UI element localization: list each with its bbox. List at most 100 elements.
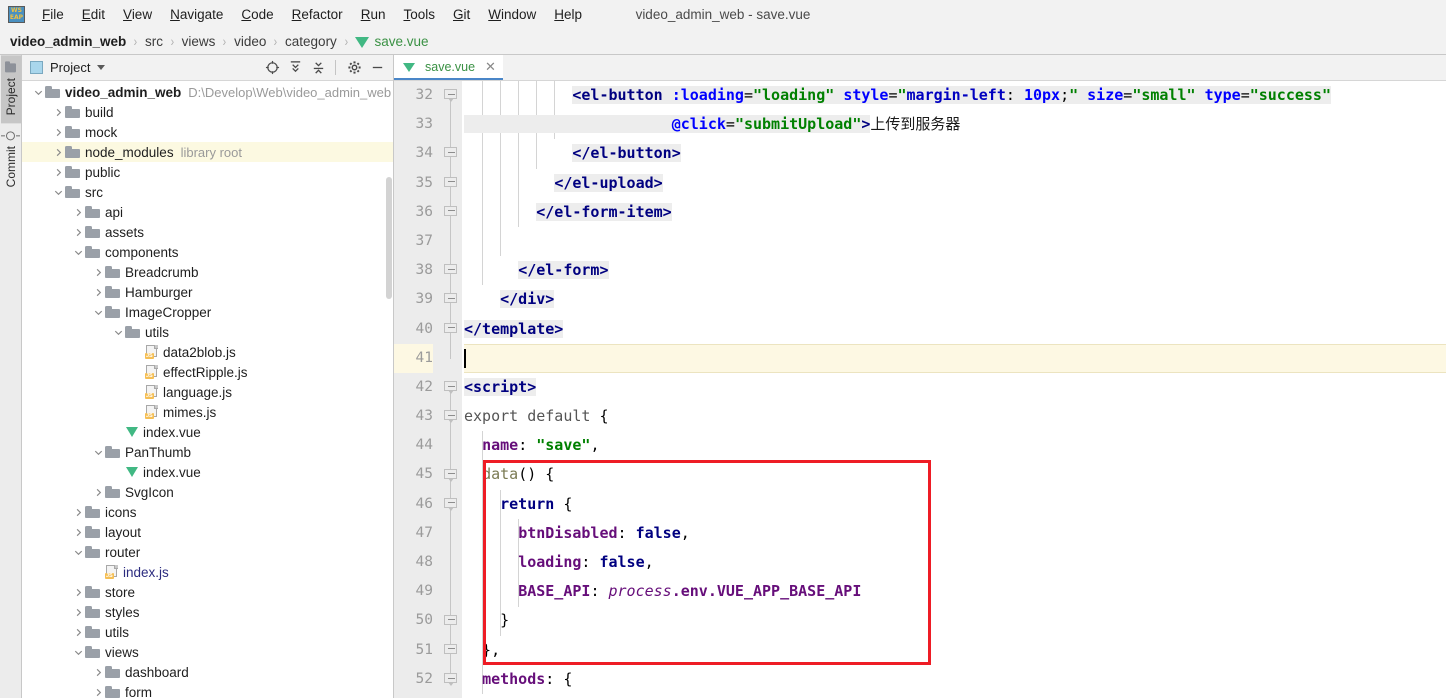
menu-item-window[interactable]: Window	[479, 4, 545, 25]
tree-node-utils[interactable]: utils	[22, 322, 393, 342]
fold-region-start-icon[interactable]	[444, 497, 457, 511]
chevron-down-icon[interactable]	[97, 65, 106, 70]
code-line[interactable]: @click="submitUpload">上传到服务器	[464, 110, 1446, 139]
collapse-all-icon[interactable]	[308, 58, 328, 78]
chevron-right-icon[interactable]	[92, 286, 105, 299]
project-tree[interactable]: video_admin_web D:\Develop\Web\video_admi…	[22, 81, 393, 698]
chevron-down-icon[interactable]	[112, 326, 125, 339]
tree-node-src[interactable]: src	[22, 182, 393, 202]
tree-node-index-vue[interactable]: index.vue	[22, 462, 393, 482]
fold-region-start-icon[interactable]	[444, 89, 457, 102]
expand-all-icon[interactable]	[285, 58, 305, 78]
fold-region-end-icon[interactable]	[444, 293, 457, 306]
code-line[interactable]: },	[464, 636, 1446, 665]
editor-tab-save-vue[interactable]: save.vue ✕	[394, 55, 503, 80]
chevron-down-icon[interactable]	[92, 306, 105, 319]
code-line[interactable]: </el-button>	[464, 139, 1446, 168]
tree-node-assets[interactable]: assets	[22, 222, 393, 242]
menu-item-refactor[interactable]: Refactor	[283, 4, 352, 25]
breadcrumb-item-src[interactable]: src	[145, 34, 163, 49]
tree-node-index-js[interactable]: JS index.js	[22, 562, 393, 582]
chevron-right-icon[interactable]	[72, 526, 85, 539]
code-line[interactable]: data() {	[464, 460, 1446, 489]
select-opened-file-icon[interactable]	[262, 58, 282, 78]
chevron-right-icon[interactable]	[52, 146, 65, 159]
code-line[interactable]: </template>	[464, 315, 1446, 344]
tree-node-dashboard[interactable]: dashboard	[22, 662, 393, 682]
menu-item-view[interactable]: View	[114, 4, 161, 25]
menu-item-help[interactable]: Help	[545, 4, 591, 25]
tree-node-mimes-js[interactable]: JS mimes.js	[22, 402, 393, 422]
tree-node-panthumb[interactable]: PanThumb	[22, 442, 393, 462]
tree-node-utils[interactable]: utils	[22, 622, 393, 642]
tree-node-hamburger[interactable]: Hamburger	[22, 282, 393, 302]
menu-item-git[interactable]: Git	[444, 4, 479, 25]
tool-tab-project[interactable]: Project	[0, 55, 21, 124]
tree-node-video-admin-web[interactable]: video_admin_web D:\Develop\Web\video_admi…	[22, 82, 393, 102]
chevron-right-icon[interactable]	[72, 226, 85, 239]
fold-region-end-icon[interactable]	[444, 614, 457, 628]
tree-node-mock[interactable]: mock	[22, 122, 393, 142]
chevron-down-icon[interactable]	[92, 446, 105, 459]
chevron-down-icon[interactable]	[52, 186, 65, 199]
code-line[interactable]: </div>	[464, 285, 1446, 314]
tree-node-data2blob-js[interactable]: JS data2blob.js	[22, 342, 393, 362]
close-icon[interactable]: ✕	[485, 60, 496, 73]
fold-region-end-icon[interactable]	[444, 643, 457, 657]
code-line[interactable]: btnDisabled: false,	[464, 519, 1446, 548]
tree-node-views[interactable]: views	[22, 642, 393, 662]
chevron-right-icon[interactable]	[72, 506, 85, 519]
chevron-down-icon[interactable]	[72, 546, 85, 559]
chevron-right-icon[interactable]	[72, 586, 85, 599]
tree-node-node-modules[interactable]: node_modules library root	[22, 142, 393, 162]
fold-region-start-icon[interactable]	[444, 468, 457, 482]
fold-region-end-icon[interactable]	[444, 264, 457, 277]
code-line[interactable]: </el-upload>	[464, 169, 1446, 198]
chevron-right-icon[interactable]	[72, 606, 85, 619]
tree-node-index-vue[interactable]: index.vue	[22, 422, 393, 442]
breadcrumb-item-views[interactable]: views	[182, 34, 216, 49]
chevron-right-icon[interactable]	[92, 666, 105, 679]
breadcrumb-item-save-vue[interactable]: save.vue	[374, 34, 428, 49]
menu-item-navigate[interactable]: Navigate	[161, 4, 232, 25]
fold-region-end-icon[interactable]	[444, 205, 457, 219]
tree-node-icons[interactable]: icons	[22, 502, 393, 522]
chevron-right-icon[interactable]	[92, 686, 105, 698]
chevron-right-icon[interactable]	[52, 166, 65, 179]
menu-item-file[interactable]: File	[33, 4, 73, 25]
tree-node-breadcrumb[interactable]: Breadcrumb	[22, 262, 393, 282]
chevron-right-icon[interactable]	[72, 206, 85, 219]
tool-tab-commit[interactable]: Commit	[1, 123, 21, 195]
settings-gear-icon[interactable]	[344, 58, 364, 78]
breadcrumb-item-category[interactable]: category	[285, 34, 337, 49]
tree-node-components[interactable]: components	[22, 242, 393, 262]
tree-node-styles[interactable]: styles	[22, 602, 393, 622]
fold-region-start-icon[interactable]	[444, 381, 457, 394]
code-line[interactable]: BASE_API: process.env.VUE_APP_BASE_API	[464, 577, 1446, 606]
code-editor[interactable]: 32 33 34 35 36 37 38 39 40 41 42 43 44 45 46 47 48 49 50 51…	[394, 81, 1446, 698]
code-line[interactable]: }	[464, 606, 1446, 635]
tree-node-public[interactable]: public	[22, 162, 393, 182]
chevron-down-icon[interactable]	[72, 646, 85, 659]
code-line[interactable]: </el-form-item>	[464, 198, 1446, 227]
menu-item-run[interactable]: Run	[352, 4, 395, 25]
tree-node-svgicon[interactable]: SvgIcon	[22, 482, 393, 502]
scrollbar-thumb[interactable]	[386, 177, 392, 299]
code-text-area[interactable]: <el-button :loading="loading" style="mar…	[462, 81, 1446, 698]
breadcrumb-item-video[interactable]: video	[234, 34, 266, 49]
code-line[interactable]: <el-button :loading="loading" style="mar…	[464, 81, 1446, 110]
tree-node-store[interactable]: store	[22, 582, 393, 602]
chevron-right-icon[interactable]	[92, 486, 105, 499]
fold-region-end-icon[interactable]	[444, 147, 457, 160]
code-line[interactable]: <script>	[464, 373, 1446, 402]
fold-region-start-icon[interactable]	[444, 410, 457, 424]
code-line[interactable]: </el-form>	[464, 256, 1446, 285]
tree-node-router[interactable]: router	[22, 542, 393, 562]
code-line[interactable]: return {	[464, 490, 1446, 519]
tree-node-build[interactable]: build	[22, 102, 393, 122]
chevron-down-icon[interactable]	[32, 86, 45, 99]
tree-node-layout[interactable]: layout	[22, 522, 393, 542]
chevron-right-icon[interactable]	[52, 106, 65, 119]
code-line[interactable]	[464, 227, 1446, 256]
hide-panel-icon[interactable]	[367, 58, 387, 78]
